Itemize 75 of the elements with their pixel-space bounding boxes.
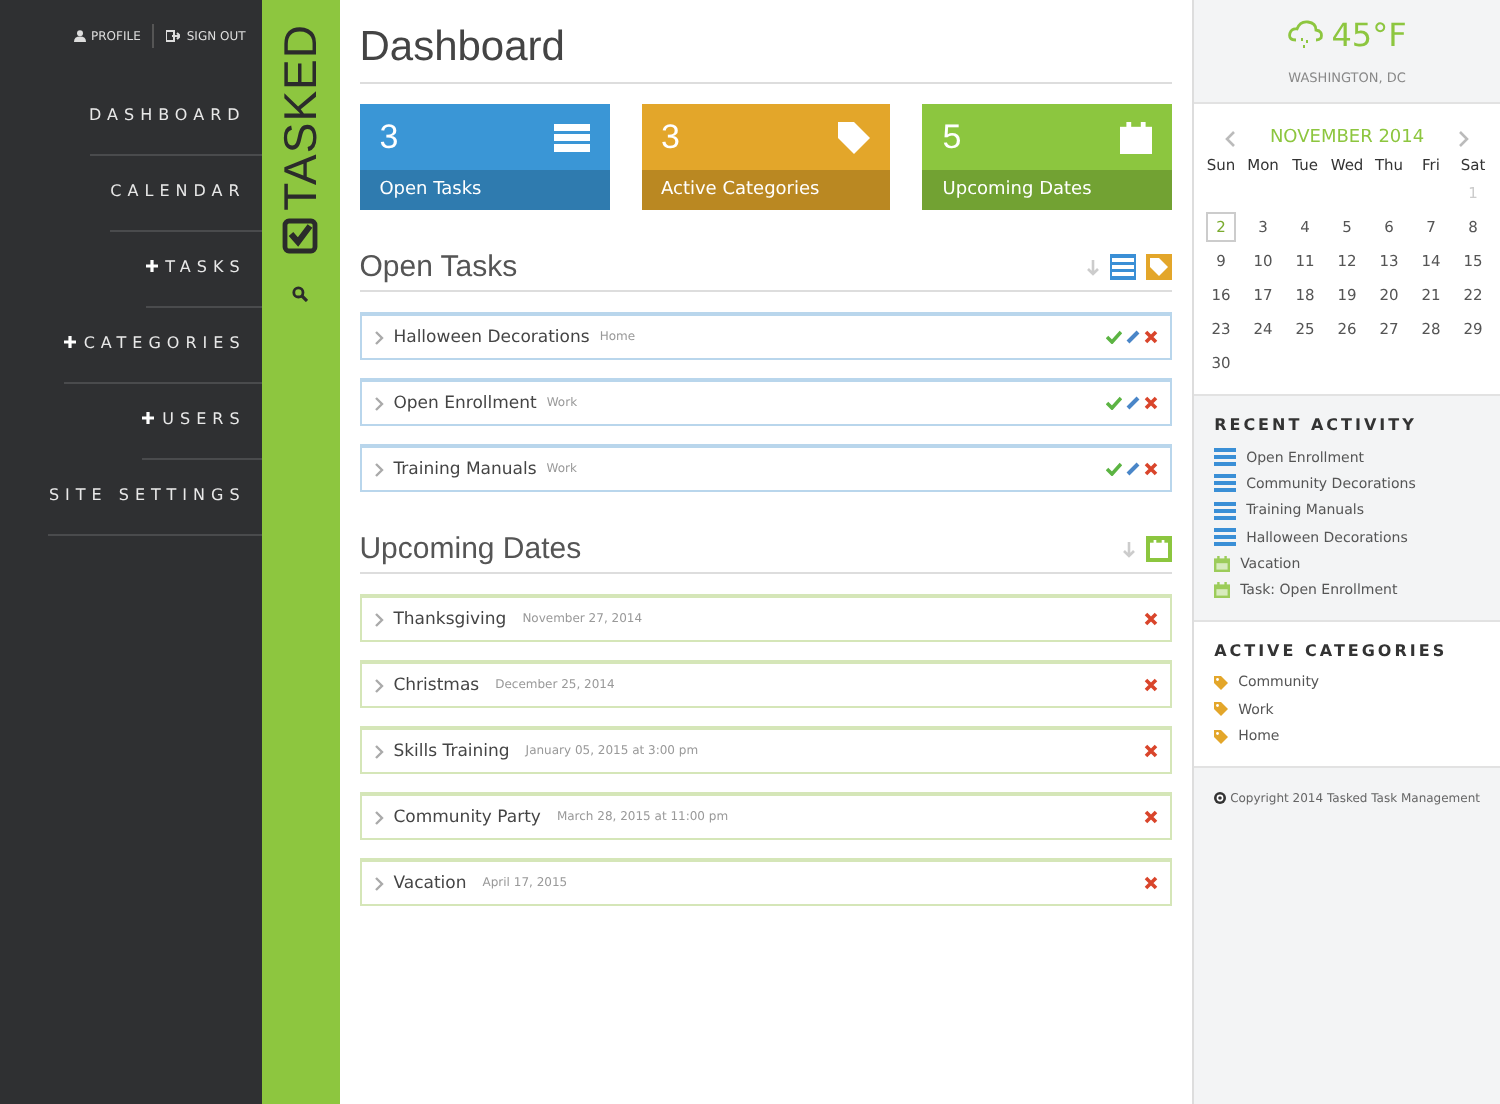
event-name: Vacation xyxy=(393,873,467,893)
server-list-icon xyxy=(553,123,589,151)
calendar-button[interactable] xyxy=(1146,536,1173,562)
delete-icon[interactable] xyxy=(1144,678,1159,692)
chevron-left-icon[interactable] xyxy=(1224,129,1237,147)
stat-value: 3 xyxy=(661,117,680,157)
tag-button[interactable] xyxy=(1146,254,1173,280)
calendar-icon xyxy=(1150,540,1169,558)
delete-icon[interactable] xyxy=(1144,744,1159,758)
check-icon[interactable] xyxy=(1106,462,1123,476)
delete-icon[interactable] xyxy=(1144,876,1159,890)
list-icon xyxy=(1214,448,1237,467)
list-icon xyxy=(1214,474,1237,493)
delete-icon[interactable] xyxy=(1144,396,1159,410)
stat-card[interactable]: 3 Open Tasks xyxy=(359,104,609,210)
chevron-right-icon[interactable] xyxy=(373,611,384,627)
pencil-icon[interactable] xyxy=(1126,330,1141,344)
stat-value: 3 xyxy=(379,117,399,157)
plus-icon xyxy=(63,336,76,348)
cloud-rain-icon xyxy=(1287,20,1324,50)
delete-icon[interactable] xyxy=(1144,462,1159,476)
checkbox-logo-icon xyxy=(282,218,319,255)
calendar-icon xyxy=(1214,582,1231,599)
list-icon xyxy=(1214,528,1237,547)
calendar-month: NOVEMBER 2014 xyxy=(1269,128,1425,148)
stat-label: Open Tasks xyxy=(379,180,482,200)
chevron-right-icon[interactable] xyxy=(1458,129,1470,147)
tag-icon xyxy=(1214,675,1229,690)
pencil-icon[interactable] xyxy=(1126,462,1141,476)
stat-value: 5 xyxy=(942,117,962,157)
delete-icon[interactable] xyxy=(1144,330,1159,344)
event-name: Skills Training xyxy=(393,741,510,761)
chevron-right-icon[interactable] xyxy=(373,677,384,693)
section-title: Open Tasks xyxy=(359,250,518,284)
chevron-right-icon[interactable] xyxy=(373,875,384,891)
task-name: Open Enrollment xyxy=(393,393,537,413)
chevron-right-icon[interactable] xyxy=(373,743,384,759)
list-icon xyxy=(1112,258,1135,276)
tag-icon xyxy=(838,121,871,153)
chevron-right-icon[interactable] xyxy=(373,329,384,345)
stat-label: Active Categories xyxy=(661,180,820,200)
down-arrow-icon[interactable] xyxy=(1122,541,1137,557)
search-icon[interactable] xyxy=(292,286,309,303)
sign-out-icon xyxy=(166,30,181,42)
section-title: Upcoming Dates xyxy=(359,532,582,566)
delete-icon[interactable] xyxy=(1144,810,1159,824)
plus-icon xyxy=(145,260,158,272)
brand-logo-text: TASKED xyxy=(273,24,328,211)
user-icon xyxy=(73,30,85,42)
tag-icon xyxy=(1214,702,1229,717)
down-arrow-icon[interactable] xyxy=(1086,259,1101,275)
list-icon xyxy=(1214,501,1237,520)
pencil-icon[interactable] xyxy=(1126,396,1141,410)
panel-title: ACTIVE CATEGORIES xyxy=(1214,641,1450,660)
list-button[interactable] xyxy=(1110,254,1137,280)
check-icon[interactable] xyxy=(1106,330,1123,344)
calendar-icon xyxy=(1120,121,1153,153)
temperature: 45°F xyxy=(1331,16,1407,54)
chevron-right-icon[interactable] xyxy=(373,461,384,477)
stat-label: Upcoming Dates xyxy=(942,180,1092,200)
tag-icon xyxy=(1214,729,1229,744)
delete-icon[interactable] xyxy=(1144,612,1159,626)
event-name: Community Party xyxy=(393,807,541,827)
event-name: Christmas xyxy=(393,675,480,695)
tag-icon xyxy=(1150,258,1169,276)
plus-icon xyxy=(142,412,155,424)
task-name: Training Manuals xyxy=(393,459,537,479)
chevron-right-icon[interactable] xyxy=(373,395,384,411)
page-title: Dashboard xyxy=(359,24,1173,84)
task-name: Halloween Decorations xyxy=(393,327,590,347)
event-name: Thanksgiving xyxy=(393,609,507,629)
panel-title: RECENT ACTIVITY xyxy=(1214,416,1419,434)
calendar-icon xyxy=(1214,555,1231,572)
chevron-right-icon[interactable] xyxy=(373,809,384,825)
check-icon[interactable] xyxy=(1106,396,1123,410)
